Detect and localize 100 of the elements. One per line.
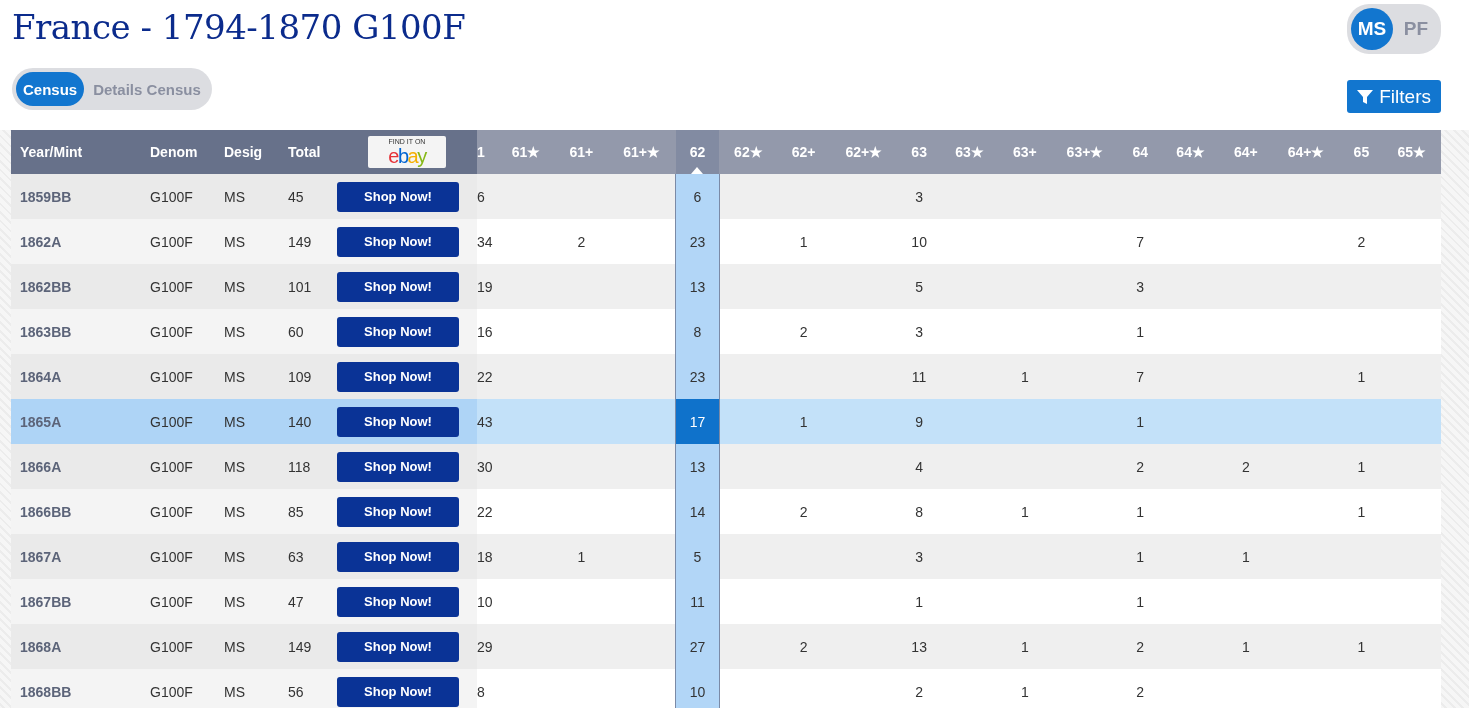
count-cell: 8 bbox=[477, 669, 497, 708]
table-row[interactable]: 1867BB G100F MS 47 Shop Now! 10 11 1 1 bbox=[11, 579, 1441, 624]
count-cell: 8 bbox=[675, 309, 720, 354]
column-header: Total bbox=[279, 130, 337, 174]
shop-now-button[interactable]: Shop Now! bbox=[337, 181, 459, 212]
count-cell: 22 bbox=[477, 354, 497, 399]
table-row[interactable]: 1862A G100F MS 149 Shop Now! 34 2 23 1 10 7 2 bbox=[11, 219, 1441, 264]
year-mint-cell: 1862BB bbox=[11, 264, 141, 309]
count-cell: 6 bbox=[477, 174, 497, 219]
denom-cell: G100F bbox=[141, 174, 215, 219]
count-cell: 1 bbox=[998, 624, 1051, 669]
total-cell: 85 bbox=[279, 489, 337, 534]
desig-cell: MS bbox=[215, 219, 279, 264]
desig-cell: MS bbox=[215, 624, 279, 669]
count-cell: 1 bbox=[998, 489, 1051, 534]
count-cell: 2 bbox=[555, 219, 608, 264]
count-cell: 1 bbox=[1219, 534, 1273, 579]
desig-cell: MS bbox=[215, 399, 279, 444]
table-row[interactable]: 1859BB G100F MS 45 Shop Now! 6 6 3 bbox=[11, 174, 1441, 219]
denom-cell: G100F bbox=[141, 444, 215, 489]
shop-now-button[interactable]: Shop Now! bbox=[337, 496, 459, 527]
count-cell: 1 bbox=[1118, 534, 1162, 579]
desig-cell: MS bbox=[215, 534, 279, 579]
count-cell: 1 bbox=[555, 534, 608, 579]
count-cell: 10 bbox=[897, 219, 941, 264]
shop-now-button[interactable]: Shop Now! bbox=[337, 631, 459, 662]
table-row[interactable]: 1866BB G100F MS 85 Shop Now! 22 14 2 8 1 1 1 bbox=[11, 489, 1441, 534]
desig-cell: MS bbox=[215, 354, 279, 399]
shop-now-button[interactable]: Shop Now! bbox=[337, 451, 459, 482]
count-cell: 2 bbox=[1118, 444, 1162, 489]
table-row[interactable]: 1866A G100F MS 118 Shop Now! 30 13 4 2 2 1 bbox=[11, 444, 1441, 489]
denom-cell: G100F bbox=[141, 489, 215, 534]
denom-cell: G100F bbox=[141, 579, 215, 624]
desig-cell: MS bbox=[215, 579, 279, 624]
count-cell: 1 bbox=[1118, 579, 1162, 624]
count-cell: 1 bbox=[1340, 444, 1383, 489]
count-cell: 29 bbox=[477, 624, 497, 669]
shop-now-button[interactable]: Shop Now! bbox=[337, 361, 459, 392]
count-cell: 27 bbox=[675, 624, 720, 669]
count-cell: 1 bbox=[1340, 624, 1383, 669]
denom-cell: G100F bbox=[141, 219, 215, 264]
denom-cell: G100F bbox=[141, 624, 215, 669]
count-cell: 10 bbox=[477, 579, 497, 624]
table-row[interactable]: 1862BB G100F MS 101 Shop Now! 19 13 5 3 bbox=[11, 264, 1441, 309]
year-mint-cell: 1867BB bbox=[11, 579, 141, 624]
count-cell: 10 bbox=[675, 669, 720, 708]
ebay-logo: ebay bbox=[388, 146, 426, 166]
total-cell: 101 bbox=[279, 264, 337, 309]
count-cell: 1 bbox=[1340, 489, 1383, 534]
filter-icon bbox=[1357, 88, 1374, 105]
count-cell: 2 bbox=[777, 489, 830, 534]
count-cell: 1 bbox=[1219, 624, 1273, 669]
table-row[interactable]: 1865A G100F MS 140 Shop Now! 43 17 1 9 1 bbox=[11, 399, 1441, 444]
denom-cell: G100F bbox=[141, 534, 215, 579]
table-row[interactable]: 1868BB G100F MS 56 Shop Now! 8 10 2 1 2 bbox=[11, 669, 1441, 708]
count-cell: 3 bbox=[1118, 264, 1162, 309]
desig-cell: MS bbox=[215, 309, 279, 354]
count-cell: 13 bbox=[675, 264, 720, 309]
count-cell: 16 bbox=[477, 309, 497, 354]
column-header: Year/Mint bbox=[11, 130, 141, 174]
total-cell: 56 bbox=[279, 669, 337, 708]
column-header: Denom bbox=[141, 130, 215, 174]
year-mint-cell: 1866BB bbox=[11, 489, 141, 534]
shop-now-button[interactable]: Shop Now! bbox=[337, 406, 459, 437]
denom-cell: G100F bbox=[141, 669, 215, 708]
count-cell: 1 bbox=[998, 669, 1051, 708]
count-cell: 8 bbox=[897, 489, 941, 534]
shop-now-button[interactable]: Shop Now! bbox=[337, 541, 459, 572]
denom-cell: G100F bbox=[141, 309, 215, 354]
shop-now-button[interactable]: Shop Now! bbox=[337, 676, 459, 707]
count-cell: 2 bbox=[777, 624, 830, 669]
count-cell: 43 bbox=[477, 399, 497, 444]
count-cell: 11 bbox=[675, 579, 720, 624]
total-cell: 60 bbox=[279, 309, 337, 354]
count-cell: 23 bbox=[675, 354, 720, 399]
shop-now-button[interactable]: Shop Now! bbox=[337, 586, 459, 617]
table-row[interactable]: 1863BB G100F MS 60 Shop Now! 16 8 2 3 1 bbox=[11, 309, 1441, 354]
filters-button[interactable]: Filters bbox=[1347, 80, 1441, 113]
year-mint-cell: 1863BB bbox=[11, 309, 141, 354]
count-cell: 13 bbox=[897, 624, 941, 669]
grade-type-tab[interactable]: MS bbox=[1351, 8, 1393, 50]
table-row[interactable]: 1864A G100F MS 109 Shop Now! 22 23 11 1 7 1 bbox=[11, 354, 1441, 399]
shop-now-button[interactable]: Shop Now! bbox=[337, 226, 459, 257]
count-cell: 11 bbox=[897, 354, 941, 399]
year-mint-cell: 1866A bbox=[11, 444, 141, 489]
count-cell: 13 bbox=[675, 444, 720, 489]
denom-cell: G100F bbox=[141, 264, 215, 309]
total-cell: 63 bbox=[279, 534, 337, 579]
table-row[interactable]: 1868A G100F MS 149 Shop Now! 29 27 2 13 1 2 1 1 bbox=[11, 624, 1441, 669]
year-mint-cell: 1868BB bbox=[11, 669, 141, 708]
count-cell: 1 bbox=[897, 579, 941, 624]
count-cell: 17 bbox=[675, 399, 720, 444]
desig-cell: MS bbox=[215, 264, 279, 309]
count-cell: 23 bbox=[675, 219, 720, 264]
shop-now-button[interactable]: Shop Now! bbox=[337, 316, 459, 347]
shop-now-button[interactable]: Shop Now! bbox=[337, 271, 459, 302]
desig-cell: MS bbox=[215, 174, 279, 219]
count-cell: 2 bbox=[777, 309, 830, 354]
table-row[interactable]: 1867A G100F MS 63 Shop Now! 18 1 5 3 1 1 bbox=[11, 534, 1441, 579]
view-tab[interactable]: Census bbox=[16, 72, 85, 106]
